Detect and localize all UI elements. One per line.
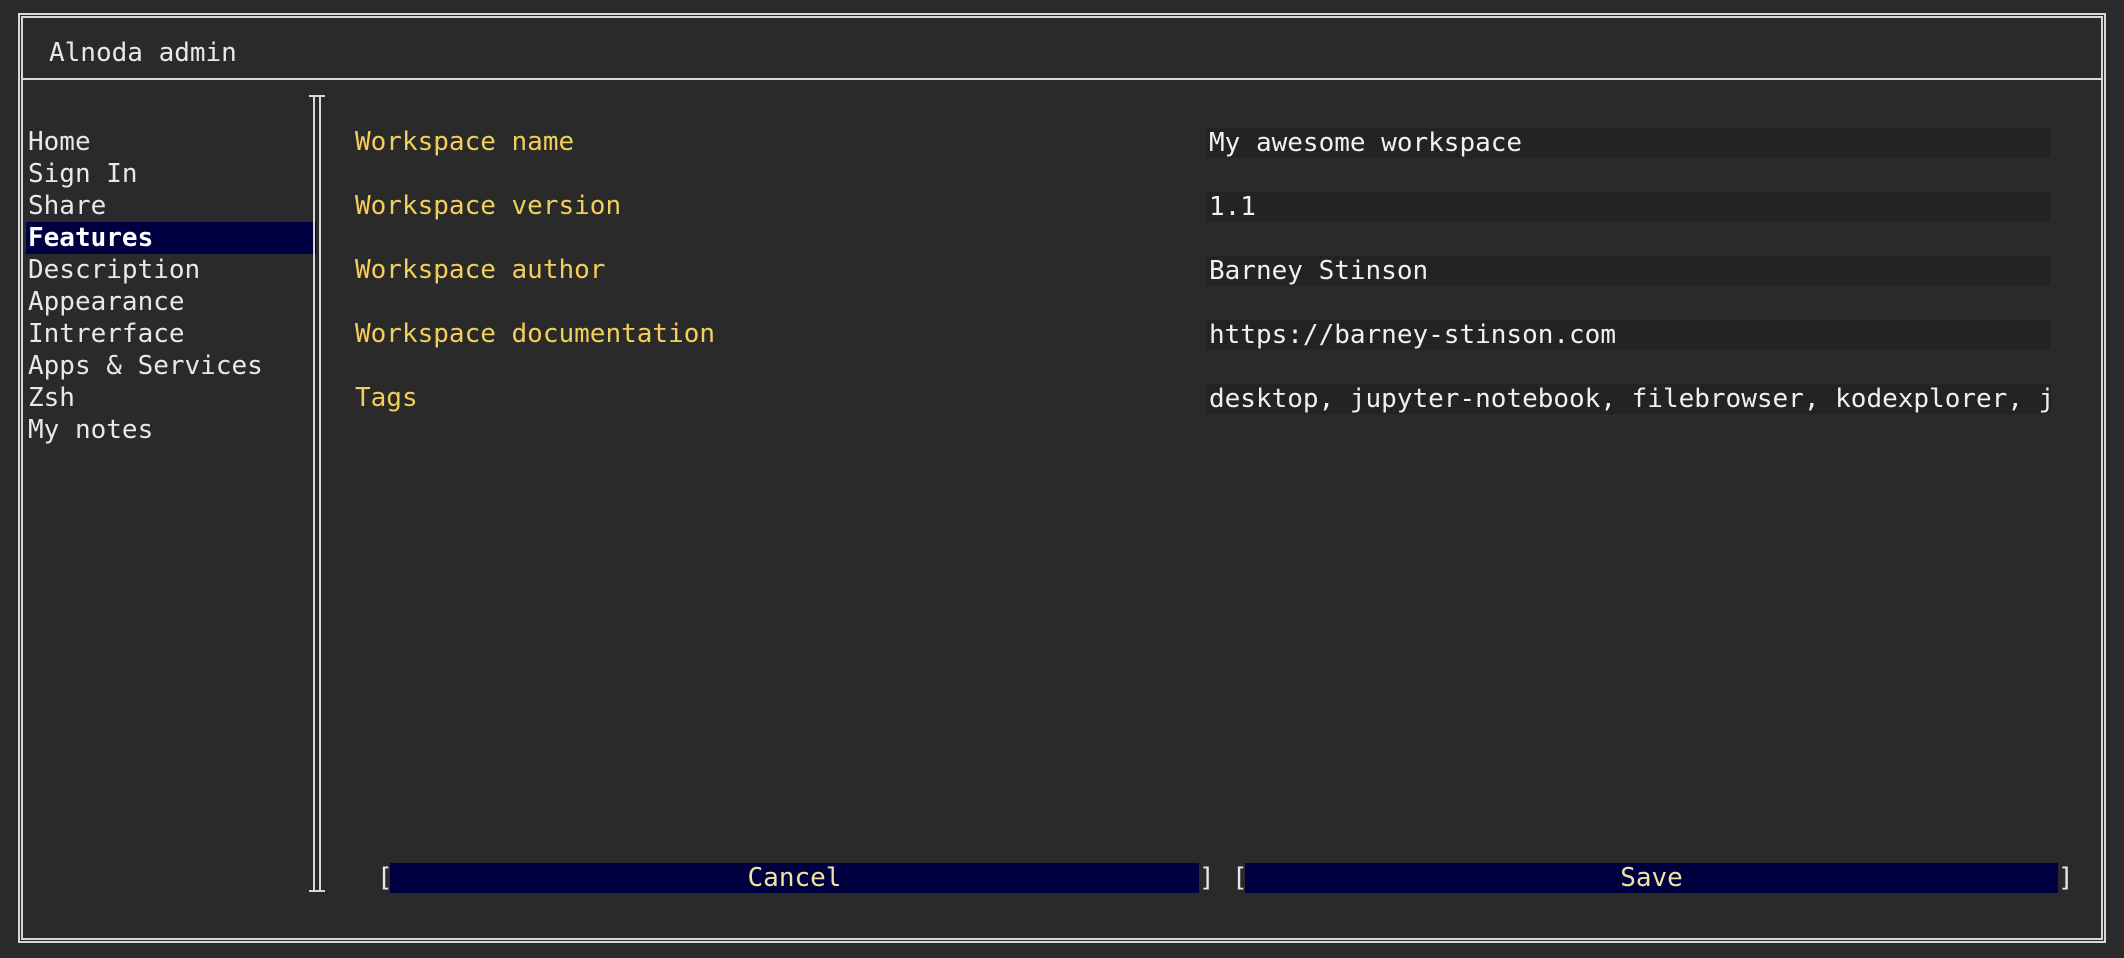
workspace-version-label: Workspace version bbox=[355, 191, 622, 221]
form-row-workspace-version: Workspace version 1.1 bbox=[355, 190, 2070, 222]
cancel-button-wrapper: [ Cancel ] bbox=[377, 862, 1215, 894]
tags-label: Tags bbox=[355, 383, 418, 413]
sidebar-item-apps-services[interactable]: Apps & Services bbox=[26, 350, 316, 382]
sidebar-item-description[interactable]: Description bbox=[26, 254, 316, 286]
form-row-workspace-name: Workspace name My awesome workspace bbox=[355, 126, 2070, 158]
sidebar-item-sign-in[interactable]: Sign In bbox=[26, 158, 316, 190]
form-row-workspace-documentation: Workspace documentation https://barney-s… bbox=[355, 318, 2070, 350]
window-title: Alnoda admin bbox=[49, 38, 237, 68]
workspace-version-input[interactable]: 1.1 bbox=[1207, 192, 2051, 222]
cancel-bracket-close: ] bbox=[1199, 863, 1215, 893]
features-form: Workspace name My awesome workspace Work… bbox=[355, 126, 2070, 446]
workspace-name-label: Workspace name bbox=[355, 127, 575, 157]
sidebar-item-home[interactable]: Home bbox=[26, 126, 316, 158]
workspace-documentation-label: Workspace documentation bbox=[355, 319, 716, 349]
workspace-author-input[interactable]: Barney Stinson bbox=[1207, 256, 2051, 286]
vertical-divider bbox=[309, 95, 325, 892]
sidebar-item-interface[interactable]: Intrerface bbox=[26, 318, 316, 350]
sidebar-menu: Home Sign In Share Features Description … bbox=[26, 126, 316, 446]
sidebar-item-my-notes[interactable]: My notes bbox=[26, 414, 316, 446]
save-button[interactable]: Save bbox=[1245, 863, 2058, 893]
sidebar-item-zsh[interactable]: Zsh bbox=[26, 382, 316, 414]
save-button-wrapper: [ Save ] bbox=[1232, 862, 2074, 894]
workspace-name-input[interactable]: My awesome workspace bbox=[1207, 128, 2051, 158]
workspace-documentation-input[interactable]: https://barney-stinson.com bbox=[1207, 320, 2051, 350]
cancel-bracket-open: [ bbox=[377, 863, 393, 893]
sidebar-item-features[interactable]: Features bbox=[26, 222, 316, 254]
workspace-author-label: Workspace author bbox=[355, 255, 606, 285]
sidebar-item-appearance[interactable]: Appearance bbox=[26, 286, 316, 318]
save-bracket-close: ] bbox=[2058, 863, 2074, 893]
save-bracket-open: [ bbox=[1232, 863, 1248, 893]
tags-input[interactable]: desktop, jupyter-notebook, filebrowser, … bbox=[1207, 384, 2051, 414]
form-row-tags: Tags desktop, jupyter-notebook, filebrow… bbox=[355, 382, 2070, 414]
title-divider bbox=[23, 78, 2101, 80]
cancel-button[interactable]: Cancel bbox=[390, 863, 1199, 893]
sidebar-item-share[interactable]: Share bbox=[26, 190, 316, 222]
form-row-workspace-author: Workspace author Barney Stinson bbox=[355, 254, 2070, 286]
